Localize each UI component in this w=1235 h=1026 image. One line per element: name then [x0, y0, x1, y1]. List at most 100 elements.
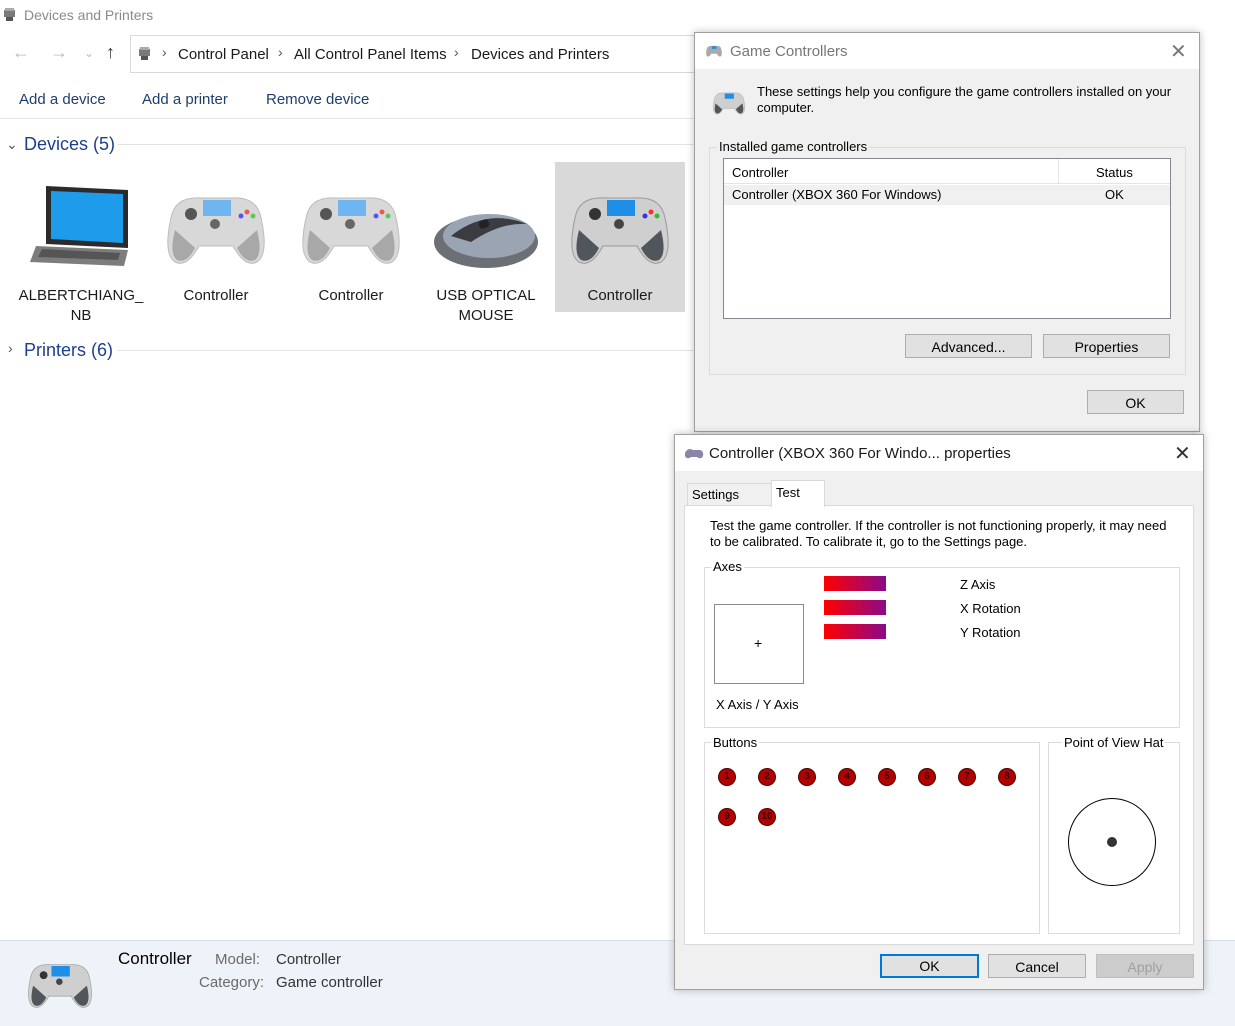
breadcrumb-separator-icon: › — [162, 44, 167, 60]
breadcrumb-separator-icon: › — [278, 44, 283, 60]
gamepad-icon — [167, 197, 265, 264]
close-icon[interactable]: ✕ — [1170, 39, 1187, 64]
apply-button[interactable]: Apply — [1096, 954, 1194, 978]
device-label: Controller — [183, 287, 249, 304]
column-controller[interactable]: Controller — [732, 165, 788, 180]
z-axis-bar — [824, 576, 886, 591]
ok-button[interactable]: OK — [1087, 390, 1184, 414]
controller-properties-dialog: Controller (XBOX 360 For Windo... proper… — [674, 434, 1204, 990]
gamepad-icon — [571, 197, 669, 264]
category-label: Category: — [199, 974, 265, 991]
joystick-button-6: 6 — [918, 768, 936, 786]
dialog-description: These settings help you configure the ga… — [757, 84, 1172, 115]
breadcrumb-separator-icon: › — [454, 44, 459, 60]
recent-chevron-icon[interactable]: ⌄ — [84, 46, 94, 60]
joystick-button-5: 5 — [878, 768, 896, 786]
tab-label: Settings — [692, 487, 739, 502]
add-device-button[interactable]: Add a device — [19, 91, 106, 108]
address-bar[interactable]: › Control Panel › All Control Panel Item… — [130, 35, 711, 73]
tab-label: Test — [776, 485, 800, 500]
chevron-right-icon[interactable]: › — [8, 340, 13, 356]
joystick-button-2: 2 — [758, 768, 776, 786]
pov-hat-label: Point of View Hat — [1062, 735, 1166, 750]
joystick-button-1: 1 — [718, 768, 736, 786]
game-controllers-dialog: Game Controllers ✕ These settings help y… — [694, 32, 1200, 432]
breadcrumb-all-items[interactable]: All Control Panel Items — [294, 46, 447, 63]
laptop-icon — [30, 186, 128, 266]
dialog-titlebar: Game Controllers ✕ — [695, 33, 1199, 69]
close-icon[interactable]: ✕ — [1174, 441, 1191, 466]
gamepad-icon — [302, 197, 400, 264]
advanced-button[interactable]: Advanced... — [905, 334, 1032, 358]
cancel-button[interactable]: Cancel — [988, 954, 1086, 978]
dialog-title: Game Controllers — [730, 43, 848, 60]
gamepad-icon — [713, 92, 745, 115]
device-controller-2[interactable]: Controller — [286, 162, 416, 312]
printers-group-header[interactable]: Printers (6) — [24, 340, 113, 361]
up-arrow-icon[interactable]: ↑ — [106, 42, 115, 63]
devices-printers-icon — [4, 8, 15, 21]
joystick-button-4: 4 — [838, 768, 856, 786]
remove-device-button[interactable]: Remove device — [266, 91, 369, 108]
joystick-icon — [685, 449, 704, 459]
z-axis-label: Z Axis — [960, 577, 996, 592]
crosshair-icon: + — [754, 635, 763, 651]
device-controller-3-selected[interactable]: Controller — [555, 162, 685, 312]
controller-status-cell: OK — [1105, 187, 1124, 202]
test-description: Test the game controller. If the control… — [710, 518, 1167, 549]
tab-settings[interactable]: Settings — [687, 483, 773, 506]
properties-button[interactable]: Properties — [1043, 334, 1170, 358]
joystick-button-3: 3 — [798, 768, 816, 786]
model-label: Model: — [215, 951, 261, 968]
explorer-titlebar: Devices and Printers — [0, 0, 1235, 30]
group-divider — [118, 144, 698, 145]
add-printer-button[interactable]: Add a printer — [142, 91, 228, 108]
column-divider — [1058, 159, 1059, 183]
controllers-list[interactable]: Controller Status Controller (XBOX 360 F… — [723, 158, 1171, 319]
controller-name-cell: Controller (XBOX 360 For Windows) — [732, 187, 942, 202]
breadcrumb-devices-printers[interactable]: Devices and Printers — [471, 46, 609, 63]
joystick-button-10: 10 — [758, 808, 776, 826]
buttons-group — [704, 742, 1040, 934]
device-label: USB OPTICAL MOUSE — [436, 287, 536, 324]
xy-axis-box: + — [714, 604, 804, 684]
device-label: ALBERTCHIANG_ NB — [18, 287, 144, 324]
y-rotation-label: Y Rotation — [960, 625, 1021, 640]
ok-button[interactable]: OK — [880, 954, 979, 978]
device-controller-1[interactable]: Controller — [151, 162, 281, 312]
column-status[interactable]: Status — [1096, 165, 1133, 180]
test-tab-panel: Test the game controller. If the control… — [684, 505, 1194, 945]
control-panel-icon — [139, 47, 150, 60]
category-value: Game controller — [276, 974, 383, 991]
dialog-title: Controller (XBOX 360 For Windo... proper… — [709, 445, 1011, 462]
chevron-down-icon[interactable]: ⌄ — [6, 136, 18, 153]
table-row[interactable]: Controller (XBOX 360 For Windows) OK — [724, 185, 1170, 205]
axes-label: Axes — [711, 559, 744, 574]
device-label: Controller — [587, 287, 653, 304]
y-rotation-bar — [824, 624, 886, 639]
device-mouse[interactable]: USB OPTICAL MOUSE — [421, 162, 551, 332]
devices-group-header[interactable]: Devices (5) — [24, 134, 115, 155]
window-title: Devices and Printers — [24, 7, 154, 23]
device-label: Controller — [318, 287, 384, 304]
group-divider — [118, 350, 698, 351]
command-bar: Add a device Add a printer Remove device — [0, 82, 700, 119]
mouse-icon — [434, 214, 538, 268]
list-header: Controller Status — [724, 159, 1170, 184]
joystick-button-8: 8 — [998, 768, 1016, 786]
x-rotation-bar — [824, 600, 886, 615]
device-laptop[interactable]: ALBERTCHIANG_ NB — [16, 162, 146, 332]
group-label: Installed game controllers — [717, 139, 870, 154]
gamepad-icon — [28, 964, 92, 1008]
dialog-titlebar: Controller (XBOX 360 For Windo... proper… — [675, 435, 1203, 471]
gamepad-icon — [706, 45, 722, 57]
pov-hat-circle — [1068, 798, 1156, 886]
model-value: Controller — [276, 951, 342, 968]
details-device-name: Controller — [118, 949, 192, 968]
forward-arrow-icon[interactable]: → — [50, 42, 68, 63]
back-arrow-icon[interactable]: ← — [12, 42, 30, 63]
pov-hat-indicator — [1107, 837, 1117, 847]
xy-axis-label: X Axis / Y Axis — [716, 697, 799, 712]
tab-test[interactable]: Test — [771, 480, 825, 507]
breadcrumb-control-panel[interactable]: Control Panel — [178, 46, 269, 63]
